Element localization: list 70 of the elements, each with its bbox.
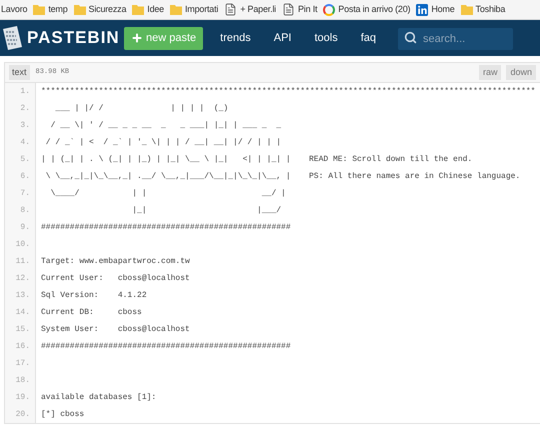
code-line: available databases [1]: bbox=[41, 392, 156, 404]
code-line: Current User: cboss@localhost bbox=[41, 272, 190, 284]
bookmark-link[interactable]: temp bbox=[48, 2, 68, 16]
line-number: 14. bbox=[16, 306, 30, 318]
bookmark-link[interactable]: Pin It bbox=[298, 2, 318, 16]
code-line: System User: cboss@localhost bbox=[41, 324, 190, 336]
format-tag: text bbox=[9, 64, 30, 80]
line-number: 11. bbox=[16, 256, 30, 268]
line-number: 17. bbox=[16, 358, 30, 370]
page-icon bbox=[282, 3, 295, 16]
line-number: 1. bbox=[20, 86, 30, 98]
logo-text[interactable]: PASTEBIN bbox=[27, 25, 123, 51]
line-number: 18. bbox=[16, 374, 30, 386]
code-line: Target: www.embapartwroc.com.tw bbox=[41, 256, 190, 268]
bookmark-link[interactable]: Idee bbox=[147, 2, 164, 16]
page-icon bbox=[224, 3, 238, 16]
bookmark-link[interactable]: Lavoro bbox=[1, 2, 28, 16]
code-line: #################################################### bbox=[41, 340, 291, 352]
code-note: READ ME: Scroll down till the end. bbox=[309, 154, 472, 166]
nav-link[interactable]: tools bbox=[314, 30, 338, 46]
paste-action-button[interactable]: raw bbox=[478, 64, 502, 80]
code-line: [*] cboss bbox=[41, 408, 84, 420]
line-number: 15. bbox=[16, 324, 30, 336]
search-icon bbox=[404, 31, 418, 44]
code-line: \____/ | | __/ | bbox=[50, 188, 286, 200]
line-number: 12. bbox=[16, 272, 30, 284]
line-number: 5. bbox=[20, 154, 30, 166]
nav-link[interactable]: API bbox=[274, 30, 292, 46]
line-number: 9. bbox=[20, 222, 30, 234]
line-number: 6. bbox=[20, 170, 30, 182]
linkedin-icon bbox=[416, 4, 428, 16]
plus-icon bbox=[131, 32, 143, 44]
bookmark-link[interactable]: Home bbox=[431, 2, 455, 16]
bookmark-link[interactable]: + Paper.li bbox=[240, 2, 276, 16]
code-line: Sql Version: 4.1.22 bbox=[41, 290, 147, 302]
code-line: | | (_| | . \ (_| | |_) | |_| \__ \ |_| <| | |_| | bbox=[41, 154, 291, 166]
line-number: 7. bbox=[20, 188, 30, 200]
code-line: ___ | |/ / | | | | (_) bbox=[54, 102, 228, 114]
folder-icon bbox=[460, 4, 473, 15]
nav-link[interactable]: trends bbox=[220, 30, 251, 46]
bookmark-link[interactable]: Toshiba bbox=[476, 2, 506, 16]
code-note: PS: All there names are in Chinese language. bbox=[309, 170, 520, 182]
folder-icon bbox=[132, 4, 144, 15]
bookmark-link[interactable]: Importati bbox=[184, 2, 218, 16]
line-number: 13. bbox=[16, 290, 30, 302]
line-number: 10. bbox=[16, 238, 30, 250]
code-line: |_| |___/ bbox=[131, 204, 282, 216]
line-number: 16. bbox=[16, 340, 30, 352]
code-line: #################################################### bbox=[41, 222, 291, 234]
line-number: 20. bbox=[16, 408, 30, 420]
logo-icon bbox=[1, 25, 23, 51]
code-line: ******************************************************************************************************* bbox=[41, 86, 536, 98]
code-line: / / _` | < / _` | '_ \| | | / __| __| |/ / | | | bbox=[44, 136, 282, 148]
search-field[interactable]: search... bbox=[398, 28, 514, 50]
google-icon bbox=[323, 4, 336, 16]
line-number: 3. bbox=[20, 120, 30, 132]
code-line: Current DB: cboss bbox=[41, 306, 142, 318]
line-number: 19. bbox=[16, 392, 30, 404]
folder-icon bbox=[170, 4, 182, 15]
line-number: 8. bbox=[20, 204, 30, 216]
folder-icon bbox=[33, 4, 46, 15]
paste-action-button[interactable]: down bbox=[506, 64, 536, 80]
line-number: 2. bbox=[20, 102, 30, 114]
line-number: 4. bbox=[20, 136, 30, 148]
bookmark-link[interactable]: Posta in arrivo (20) bbox=[338, 2, 410, 16]
code-line: \ \__,_|_|\_\__,_| .__/ \__,_|___/\__|_|\_\_|\__, | bbox=[44, 170, 291, 182]
nav-link[interactable]: faq bbox=[360, 30, 376, 46]
folder-icon bbox=[74, 4, 86, 15]
bookmark-link[interactable]: Sicurezza bbox=[88, 2, 126, 16]
code-line: / __ \| ' / __ _ _ __ _ _ ___| |_| | ___ _ _ bbox=[50, 120, 282, 132]
